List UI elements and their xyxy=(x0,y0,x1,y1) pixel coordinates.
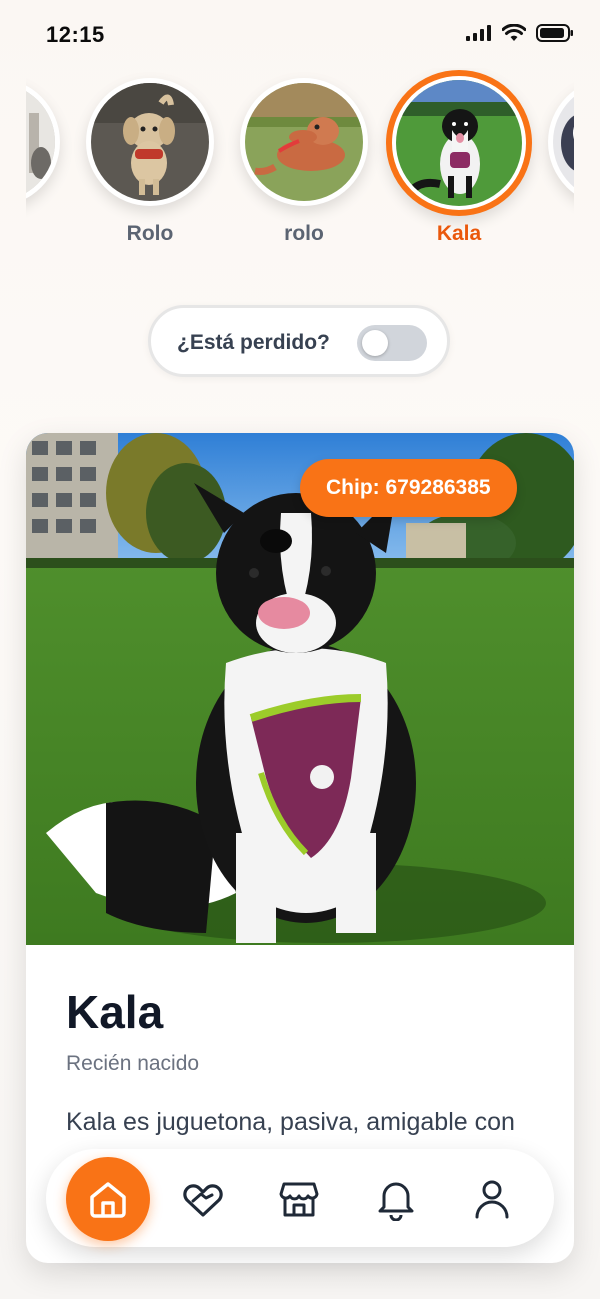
pet-item-rolo[interactable]: Rolo xyxy=(84,78,216,246)
pet-card: Chip: 679286385 Kala Recién nacido Kala … xyxy=(26,433,574,1263)
pet-name: rolo xyxy=(284,222,324,245)
signal-icon xyxy=(466,25,491,41)
nav-notifications-button[interactable] xyxy=(370,1173,422,1225)
pet-avatar-ring[interactable] xyxy=(240,78,368,206)
toggle-knob xyxy=(362,330,388,356)
nav-store-button[interactable] xyxy=(273,1173,325,1225)
home-icon xyxy=(90,1182,126,1218)
pet-avatar-rolo xyxy=(91,83,209,201)
pet-item-kala[interactable]: Kala xyxy=(386,70,532,246)
pet-photo: Chip: 679286385 xyxy=(26,433,574,945)
battery-icon xyxy=(536,24,573,42)
status-time: 12:15 xyxy=(46,22,105,47)
pet-age: Recién nacido xyxy=(66,1052,200,1075)
status-icons xyxy=(466,24,574,42)
pet-name-active: Kala xyxy=(436,222,482,245)
store-icon xyxy=(279,1182,319,1217)
nav-adopt-button[interactable] xyxy=(177,1173,229,1225)
nav-home-button[interactable] xyxy=(66,1157,150,1241)
bottom-nav xyxy=(46,1149,554,1247)
heart-hands-icon xyxy=(183,1184,223,1217)
wifi-icon xyxy=(502,24,526,41)
pet-description: Kala es juguetona, pasiva, amigable con xyxy=(66,1108,515,1136)
chip-badge: Chip: 679286385 xyxy=(300,459,517,517)
pet-avatar-ring[interactable] xyxy=(86,78,214,206)
status-bar: 12:15 xyxy=(0,0,600,70)
pet-avatar-kala xyxy=(396,80,522,206)
lost-toggle-pill[interactable]: ¿Está perdido? xyxy=(148,305,450,377)
user-icon xyxy=(475,1180,509,1219)
nav-profile-button[interactable] xyxy=(466,1173,518,1225)
lost-toggle-label: ¿Está perdido? xyxy=(177,331,330,354)
lost-toggle-switch[interactable] xyxy=(357,325,427,361)
pet-avatar xyxy=(553,83,574,201)
pet-item[interactable] xyxy=(546,78,574,222)
pet-avatar-ring[interactable] xyxy=(548,78,574,206)
pet-title: Kala xyxy=(66,986,164,1038)
bell-icon xyxy=(378,1182,414,1221)
pet-avatar xyxy=(26,83,55,201)
pet-avatar-ring-active[interactable] xyxy=(386,70,532,216)
pet-avatar-rolo-2 xyxy=(245,83,363,201)
pet-item-rolo-2[interactable]: rolo xyxy=(238,78,370,246)
pet-item[interactable] xyxy=(26,78,62,222)
pet-avatar-ring[interactable] xyxy=(26,78,60,206)
pet-name: Rolo xyxy=(126,222,174,245)
pet-carousel[interactable]: Rolo rolo Kala xyxy=(26,68,574,258)
